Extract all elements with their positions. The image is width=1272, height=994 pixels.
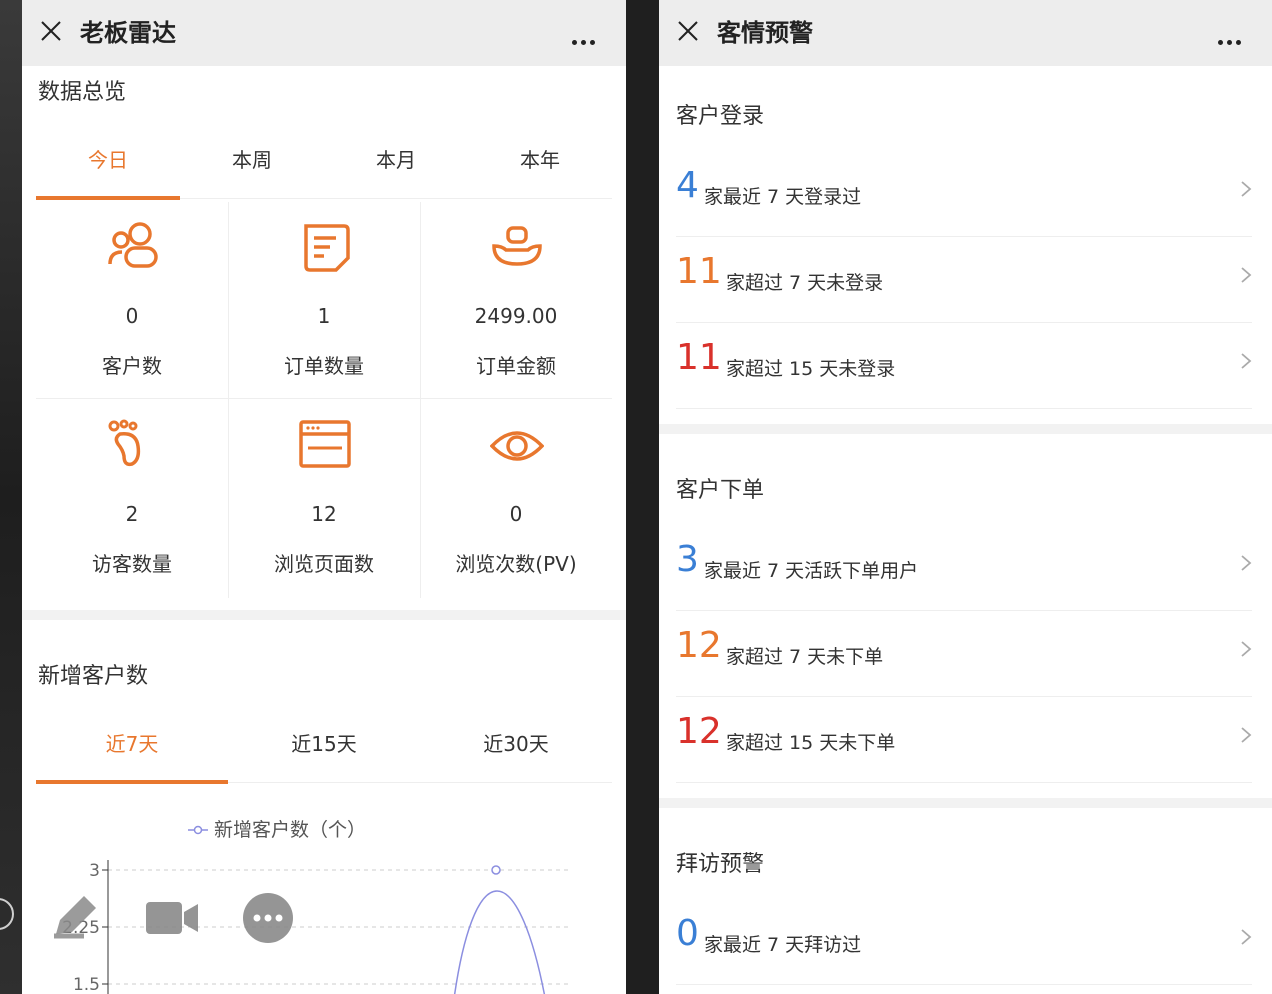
order-document-icon: [304, 224, 350, 272]
chevron-right-icon: [1241, 727, 1252, 743]
alert-text: 家超过 15 天未下单: [726, 732, 896, 754]
eye-icon: [490, 431, 544, 461]
stat-value: 12: [311, 502, 337, 526]
tick-label: 1.5: [73, 975, 100, 994]
alert-count: 11: [676, 337, 722, 378]
stat-value: 2: [125, 502, 139, 526]
data-point[interactable]: [491, 865, 501, 875]
alert-row[interactable]: 0 家最近 7 天拜访过: [676, 898, 1252, 985]
alert-count: 4: [676, 165, 699, 206]
chevron-right-icon: [1241, 641, 1252, 657]
alert-count: 11: [676, 251, 722, 292]
background-divider: [626, 0, 659, 994]
chevron-right-icon: [1241, 181, 1252, 197]
range-tabs: 近7天 近15天 近30天: [36, 728, 612, 784]
alert-text: 家超过 7 天未下单: [726, 646, 884, 668]
legend-label: 新增客户数（个）: [214, 819, 366, 841]
background-edge: [0, 0, 22, 994]
alert-count: 12: [676, 625, 722, 666]
tick-label: 3: [89, 861, 100, 881]
browser-window-icon: [299, 420, 351, 468]
chevron-right-icon: [1241, 929, 1252, 945]
stat-orders[interactable]: 1 订单数量: [228, 202, 420, 400]
stat-value: 0: [509, 502, 523, 526]
left-titlebar: 老板雷达: [22, 0, 626, 66]
stat-value: 1: [317, 304, 331, 328]
edit-pencil-icon[interactable]: [50, 890, 106, 940]
tab-7-days[interactable]: 近7天: [36, 728, 228, 784]
tab-year[interactable]: 本年: [468, 144, 612, 198]
chevron-right-icon: [1241, 353, 1252, 369]
stat-label: 浏览次数(PV): [455, 552, 577, 576]
stat-order-amount[interactable]: 2499.00 订单金额: [420, 202, 612, 400]
stat-label: 访客数量: [92, 552, 172, 576]
stat-label: 浏览页面数: [274, 552, 374, 576]
chart-svg: 新增客户数（个） 32.251.5: [62, 819, 572, 994]
alert-text: 家超过 7 天未登录: [726, 272, 884, 294]
stat-label: 订单数量: [284, 354, 364, 378]
page-title: 老板雷达: [80, 19, 176, 47]
section-title-login: 客户登录: [676, 104, 765, 129]
close-icon[interactable]: [677, 20, 699, 42]
alert-row[interactable]: 4 家最近 7 天登录过: [676, 150, 1252, 237]
alert-count: 0: [676, 913, 699, 954]
period-tabs: 今日 本周 本月 本年: [36, 144, 612, 200]
right-titlebar: 客情预警: [659, 0, 1272, 66]
tab-month[interactable]: 本月: [324, 144, 468, 198]
video-camera-icon[interactable]: [146, 900, 200, 936]
overview-title: 数据总览: [38, 80, 127, 105]
section-title-orders: 客户下单: [676, 478, 765, 503]
customers-icon: [108, 222, 158, 268]
stat-pages-viewed[interactable]: 12 浏览页面数: [228, 400, 420, 598]
stat-visitors[interactable]: 2 访客数量: [36, 400, 228, 598]
alert-count: 3: [676, 539, 699, 580]
alert-row[interactable]: 3 家最近 7 天活跃下单用户: [676, 524, 1252, 611]
alert-row[interactable]: 11 家超过 7 天未登录: [676, 236, 1252, 323]
alert-row[interactable]: 11 家超过 15 天未登录: [676, 322, 1252, 409]
footprint-icon: [108, 419, 141, 467]
alert-text: 家最近 7 天拜访过: [704, 934, 862, 956]
section-divider: [22, 610, 626, 620]
stat-page-views[interactable]: 0 浏览次数(PV): [420, 400, 612, 598]
stat-value: 0: [125, 304, 139, 328]
boss-radar-panel: 老板雷达 数据总览 今日 本周 本月 本年 0 客户数 1 订单数量 2499.…: [22, 0, 626, 994]
more-menu-icon[interactable]: [1218, 30, 1246, 45]
legend-marker: [193, 825, 203, 835]
chevron-right-icon: [1241, 267, 1252, 283]
section-divider: [659, 424, 1272, 434]
series-line: [453, 890, 546, 994]
alert-text: 家超过 15 天未登录: [726, 358, 896, 380]
new-customers-chart: 新增客户数（个） 3 2.25 1.5: [22, 800, 626, 994]
stats-grid: 0 客户数 1 订单数量 2499.00 订单金额 2 访客数量 12 浏览页面…: [36, 202, 612, 598]
chart-legend: 新增客户数（个）: [188, 819, 366, 841]
tab-15-days[interactable]: 近15天: [228, 728, 420, 782]
gold-ingot-icon: [492, 226, 542, 266]
alert-count: 12: [676, 711, 722, 752]
tab-30-days[interactable]: 近30天: [420, 728, 612, 782]
stat-customers[interactable]: 0 客户数: [36, 202, 228, 400]
tab-week[interactable]: 本周: [180, 144, 324, 198]
stat-value: 2499.00: [474, 304, 558, 328]
alert-text: 家最近 7 天登录过: [704, 186, 862, 208]
more-menu-icon[interactable]: [572, 30, 600, 45]
new-customers-title: 新增客户数: [38, 664, 149, 689]
customer-alert-panel: 客情预警 客户登录 4 家最近 7 天登录过 11 家超过 7 天未登录 11 …: [659, 0, 1272, 994]
section-title-visits: 拜访预警: [676, 852, 765, 877]
stat-label: 订单金额: [476, 354, 556, 378]
stat-label: 客户数: [102, 354, 162, 378]
tab-today[interactable]: 今日: [36, 144, 180, 200]
page-title: 客情预警: [717, 19, 813, 47]
alert-row[interactable]: 12 家超过 7 天未下单: [676, 610, 1252, 697]
alert-text: 家最近 7 天活跃下单用户: [704, 560, 919, 582]
alert-row[interactable]: 12 家超过 15 天未下单: [676, 696, 1252, 783]
section-divider: [659, 798, 1272, 808]
close-icon[interactable]: [40, 20, 62, 42]
more-options-icon[interactable]: [242, 892, 294, 944]
chevron-right-icon: [1241, 555, 1252, 571]
